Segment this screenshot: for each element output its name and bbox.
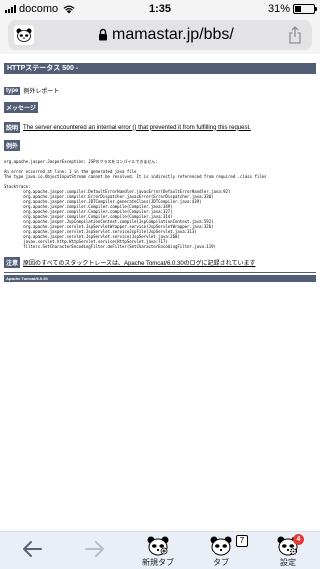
browser-top-chrome: docomo 1:35 31% mamastar.jp/bbs/ [0,0,320,54]
note-label: 注意 [4,257,21,268]
new-tab-button[interactable]: 新規タブ [142,536,174,568]
address-bar[interactable]: mamastar.jp/bbs/ [8,20,312,50]
status-bar: docomo 1:35 31% [0,0,320,18]
page-content: HTTPステータス 500 - type 例外レポート メッセージ 説明 The… [0,54,320,282]
settings-notification-badge: 4 [293,534,304,545]
tab-count-badge: 7 [236,535,248,547]
description-line: 説明 The server encountered an internal er… [4,122,316,133]
tabs-button[interactable]: 7 タブ [210,535,248,568]
forward-arrow-icon[interactable] [84,540,106,558]
divider [4,272,316,273]
description-label: 説明 [4,122,21,133]
tabs-label: タブ [213,558,229,567]
panda-new-tab-icon [147,536,169,556]
type-line: type 例外レポート [4,86,316,95]
exception-label: 例外 [4,140,21,151]
type-value: 例外レポート [23,89,60,95]
exception-stacktrace: org.apache.jasper.JasperException: JSPのク… [4,159,267,249]
message-label: メッセージ [4,102,38,113]
settings-label: 設定 [280,558,296,567]
type-label: type [4,86,21,95]
back-arrow-icon[interactable] [21,540,43,558]
battery-percent: 31% [267,3,290,15]
lock-icon [99,28,107,41]
battery-icon [293,4,317,14]
browser-toolbar: 新規タブ 7 タブ 4 設定 [0,531,320,569]
status-right: 31% [267,3,317,15]
panda-favicon-icon [16,28,32,42]
page-heading: HTTPステータス 500 - [4,63,316,74]
new-tab-label: 新規タブ [142,558,174,567]
share-icon[interactable] [288,26,302,44]
url-text: mamastar.jp/bbs/ [112,26,234,43]
site-favicon-icon [14,25,34,45]
panda-tabs-icon [210,536,232,556]
note-line: 注意 原因のすべてのスタックトレースは、Apache Tomcat/6.0.30… [4,257,316,268]
description-text: The server encountered an internal error… [23,124,251,131]
battery-fill [295,6,301,12]
settings-button[interactable]: 4 設定 [277,534,304,568]
server-footer: Apache Tomcat/6.0.30 [4,275,316,282]
note-text: 原因のすべてのスタックトレースは、Apache Tomcat/6.0.30のログ… [23,261,256,267]
